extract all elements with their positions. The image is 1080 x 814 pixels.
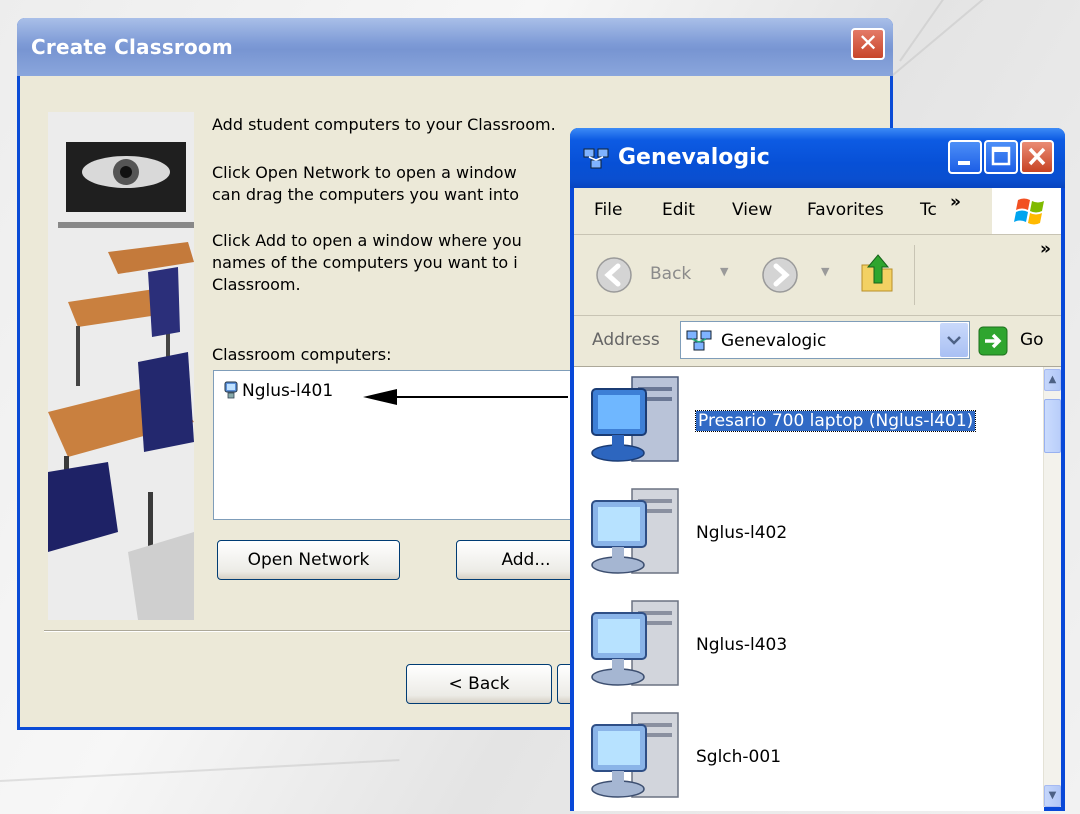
address-dropdown-button[interactable] — [940, 323, 968, 357]
back-dropdown-icon: ▼ — [720, 265, 729, 278]
back-label: Back — [650, 264, 692, 284]
menu-edit[interactable]: Edit — [662, 200, 695, 220]
address-network-icon — [685, 328, 712, 352]
scroll-down-button[interactable]: ▼ — [1044, 785, 1061, 807]
computer-icon — [591, 600, 679, 686]
computer-icon — [591, 488, 679, 574]
computer-item-nglus-l402[interactable]: Nglus-l402 — [588, 485, 1038, 585]
windows-logo-icon — [1014, 198, 1044, 225]
go-arrow-icon — [978, 326, 1008, 356]
address-label: Address — [592, 330, 660, 350]
genevalogic-explorer-window: Genevalogic File Edit View Favorites Tc … — [570, 128, 1065, 811]
scroll-up-button[interactable]: ▲ — [1044, 369, 1061, 391]
dialog-close-button[interactable]: ✕ — [851, 28, 885, 60]
windows-logo-area — [992, 188, 1061, 234]
computer-icon — [591, 712, 679, 798]
maximize-button[interactable] — [984, 140, 1018, 174]
drag-arrow-line — [368, 396, 568, 398]
computer-item-nglus-l403[interactable]: Nglus-l403 — [588, 597, 1038, 697]
maximize-icon — [991, 146, 1011, 166]
toolbar: Back ▼ ▼ » — [574, 235, 1061, 316]
classroom-illustration — [48, 112, 194, 620]
list-item[interactable]: Nglus-l401 — [224, 381, 333, 401]
classroom-computers-list[interactable]: Nglus-l401 — [213, 370, 615, 520]
menu-view[interactable]: View — [732, 200, 772, 220]
address-value: Genevalogic — [721, 331, 827, 351]
drag-arrow-head — [363, 389, 397, 405]
computer-item-sglch-001[interactable]: Sglch-001 — [588, 709, 1038, 809]
computer-label: Nglus-l403 — [696, 635, 788, 655]
computer-label: Presario 700 laptop (Nglus-l401) — [694, 410, 977, 432]
up-folder-icon[interactable] — [858, 251, 898, 295]
menu-bar: File Edit View Favorites Tc » — [574, 188, 1061, 235]
address-bar: Address Genevalogic Go — [574, 316, 1061, 367]
back-button[interactable]: < Back — [406, 664, 552, 704]
computer-icon — [591, 376, 679, 462]
menu-favorites[interactable]: Favorites — [807, 200, 884, 220]
computer-icon — [224, 381, 238, 399]
computer-label: Nglus-l402 — [696, 523, 788, 543]
menu-tools[interactable]: Tc — [920, 200, 937, 220]
minimize-icon — [958, 161, 970, 165]
computer-item-presario[interactable]: Presario 700 laptop (Nglus-l401) — [588, 373, 1038, 473]
explorer-title-bar[interactable]: Genevalogic — [570, 128, 1065, 188]
computer-label: Sglch-001 — [696, 747, 782, 767]
menu-file[interactable]: File — [594, 200, 622, 220]
scroll-thumb[interactable] — [1044, 399, 1061, 453]
chevron-down-icon — [947, 336, 961, 345]
toolbar-overflow-chevron[interactable]: » — [1040, 239, 1051, 259]
go-button[interactable]: Go — [978, 324, 1058, 358]
back-nav-button[interactable]: Back ▼ — [594, 255, 728, 295]
close-button[interactable] — [1020, 140, 1054, 174]
desktop-streak — [0, 759, 400, 782]
dialog-title: Create Classroom — [31, 35, 233, 59]
vertical-scrollbar[interactable]: ▲ ▼ — [1043, 367, 1061, 807]
open-network-button[interactable]: Open Network — [217, 540, 400, 580]
dialog-title-bar[interactable]: Create Classroom ✕ — [17, 18, 893, 76]
network-icon — [582, 146, 609, 170]
address-input[interactable]: Genevalogic — [680, 321, 970, 359]
toolbar-separator — [914, 245, 915, 305]
back-arrow-icon — [596, 257, 632, 293]
forward-arrow-icon[interactable] — [760, 255, 800, 295]
forward-dropdown-icon[interactable]: ▼ — [821, 265, 829, 278]
computer-list-view[interactable]: Presario 700 laptop (Nglus-l401) Nglus-l… — [574, 367, 1044, 811]
minimize-button[interactable] — [948, 140, 982, 174]
menu-overflow-chevron[interactable]: » — [950, 192, 961, 212]
go-label: Go — [1020, 330, 1044, 350]
explorer-title: Genevalogic — [618, 145, 770, 170]
list-item-label: Nglus-l401 — [242, 381, 334, 401]
close-icon — [1028, 147, 1046, 166]
